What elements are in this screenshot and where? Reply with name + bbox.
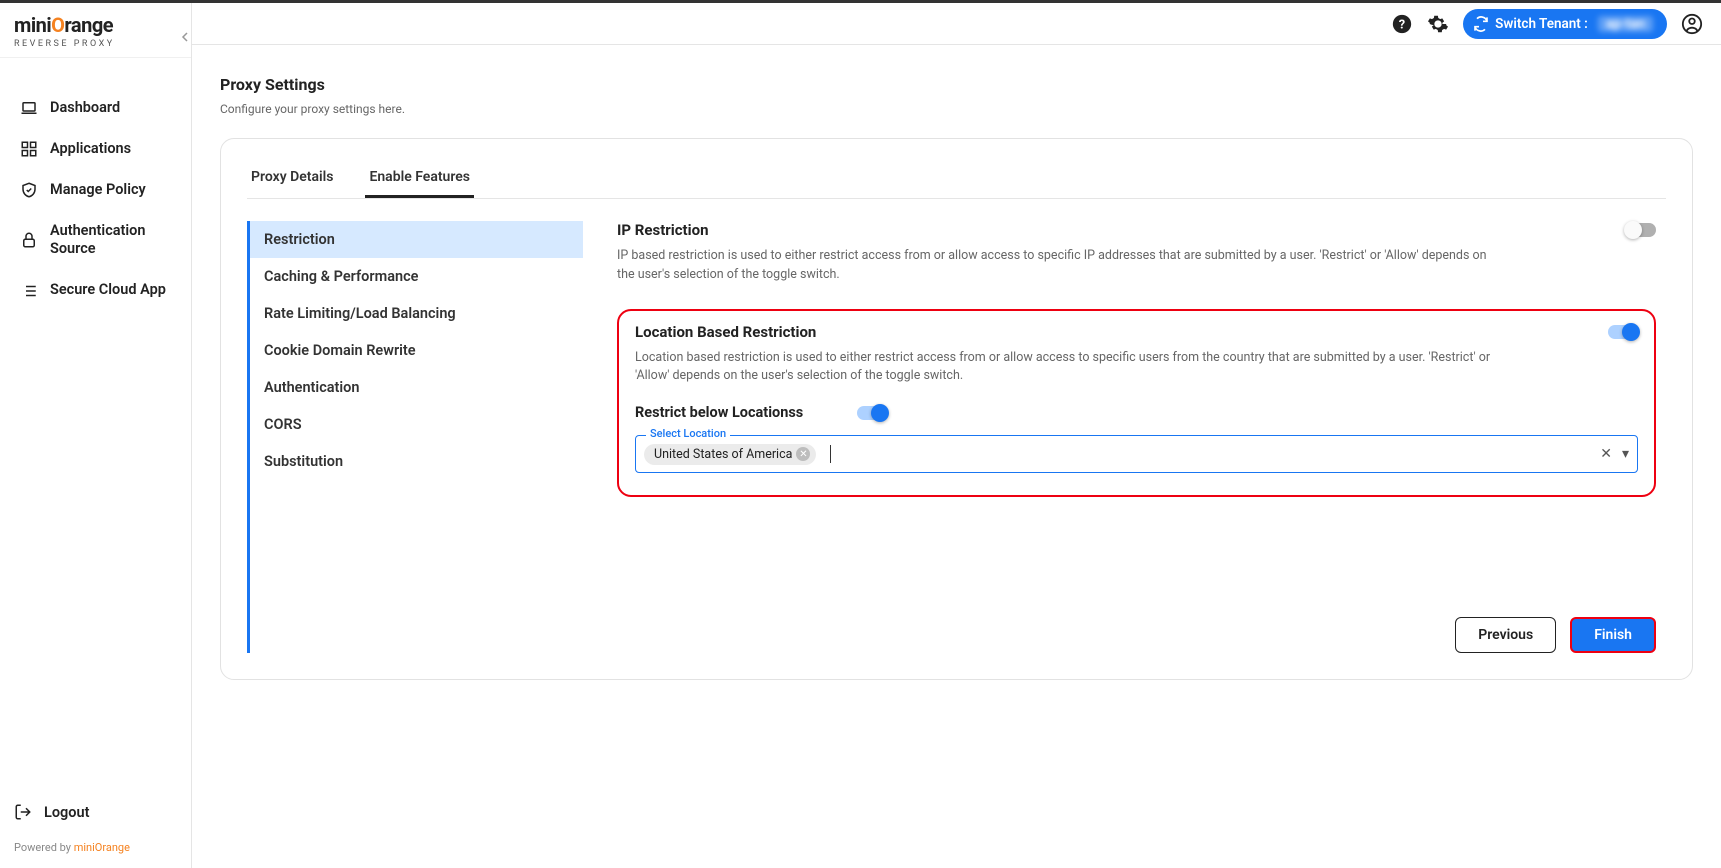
brand-mid: O	[51, 13, 64, 37]
header: ? Switch Tenant : ap-tan	[192, 3, 1721, 45]
switch-tenant-label: Switch Tenant :	[1495, 16, 1588, 32]
location-restriction-desc: Location based restriction is used to ei…	[635, 349, 1505, 387]
switch-tenant-button[interactable]: Switch Tenant : ap-tan	[1463, 9, 1667, 39]
sidebar-item-dashboard[interactable]: Dashboard	[6, 88, 185, 129]
sidebar-item-manage-policy[interactable]: Manage Policy	[6, 170, 185, 211]
feature-restriction[interactable]: Restriction	[250, 221, 583, 258]
feature-cookie-rewrite[interactable]: Cookie Domain Rewrite	[250, 332, 583, 369]
feature-rate-limiting[interactable]: Rate Limiting/Load Balancing	[250, 295, 583, 332]
location-chip: United States of America ✕	[644, 444, 816, 465]
previous-button[interactable]: Previous	[1455, 617, 1556, 653]
sidebar-item-label: Manage Policy	[50, 181, 146, 200]
settings-icon[interactable]	[1427, 13, 1449, 35]
location-restriction-section: Location Based Restriction Location base…	[617, 309, 1656, 498]
sidebar-item-label: Authentication Source	[50, 222, 171, 260]
ip-restriction-title: IP Restriction	[617, 221, 708, 239]
tenant-value: ap-tan	[1598, 16, 1653, 32]
sidebar-collapse-handle[interactable]	[178, 30, 192, 44]
logout-icon	[14, 803, 32, 821]
feature-substitution[interactable]: Substitution	[250, 443, 583, 480]
select-label: Select Location	[646, 427, 730, 440]
svg-text:?: ?	[1399, 17, 1405, 32]
sidebar-item-label: Applications	[50, 140, 131, 159]
sidebar-item-auth-source[interactable]: Authentication Source	[6, 211, 185, 271]
location-restriction-title: Location Based Restriction	[635, 323, 816, 341]
dropdown-icon[interactable]: ▾	[1622, 446, 1629, 462]
brand-post: range	[64, 13, 113, 37]
profile-icon[interactable]	[1681, 13, 1703, 35]
location-restriction-toggle[interactable]	[1608, 325, 1638, 339]
powered-by: Powered by miniOrange	[14, 841, 177, 854]
chip-label: United States of America	[654, 447, 792, 462]
logout-label: Logout	[44, 804, 89, 821]
lock-icon	[20, 231, 38, 249]
grid-icon	[20, 140, 38, 158]
chip-remove-icon[interactable]: ✕	[796, 447, 810, 461]
text-cursor	[830, 445, 831, 463]
brand-sub: REVERSE PROXY	[14, 39, 177, 49]
ip-restriction-section: IP Restriction IP based restriction is u…	[617, 221, 1656, 285]
page-subtitle: Configure your proxy settings here.	[220, 102, 1693, 116]
help-icon[interactable]: ?	[1391, 13, 1413, 35]
ip-restriction-desc: IP based restriction is used to either r…	[617, 247, 1487, 285]
feature-nav: Restriction Caching & Performance Rate L…	[247, 221, 583, 653]
page-title: Proxy Settings	[220, 75, 1693, 94]
restrict-locations-toggle[interactable]	[857, 406, 887, 420]
powered-link[interactable]: miniOrange	[74, 841, 130, 854]
list-icon	[20, 282, 38, 300]
sidebar-item-label: Dashboard	[50, 99, 120, 118]
brand-pre: mini	[14, 13, 51, 37]
tab-enable-features[interactable]: Enable Features	[365, 159, 474, 198]
finish-button[interactable]: Finish	[1570, 617, 1656, 653]
tabs: Proxy Details Enable Features	[247, 159, 1666, 199]
clear-icon[interactable]: ✕	[1600, 446, 1612, 462]
tab-proxy-details[interactable]: Proxy Details	[247, 159, 337, 198]
sidebar-item-secure-cloud[interactable]: Secure Cloud App	[6, 270, 185, 311]
feature-cors[interactable]: CORS	[250, 406, 583, 443]
logout-button[interactable]: Logout	[14, 797, 177, 827]
restrict-locations-label: Restrict below Locationss	[635, 404, 803, 421]
refresh-icon	[1473, 16, 1489, 32]
laptop-icon	[20, 99, 38, 117]
sidebar: miniOrange REVERSE PROXY Dashboard Appli…	[0, 3, 192, 868]
sidebar-item-applications[interactable]: Applications	[6, 129, 185, 170]
location-select[interactable]: Select Location United States of America…	[635, 435, 1638, 473]
sidebar-item-label: Secure Cloud App	[50, 281, 166, 300]
settings-card: Proxy Details Enable Features Restrictio…	[220, 138, 1693, 680]
brand-logo: miniOrange REVERSE PROXY	[0, 3, 191, 58]
shield-icon	[20, 181, 38, 199]
feature-authentication[interactable]: Authentication	[250, 369, 583, 406]
ip-restriction-toggle[interactable]	[1626, 223, 1656, 237]
feature-caching[interactable]: Caching & Performance	[250, 258, 583, 295]
